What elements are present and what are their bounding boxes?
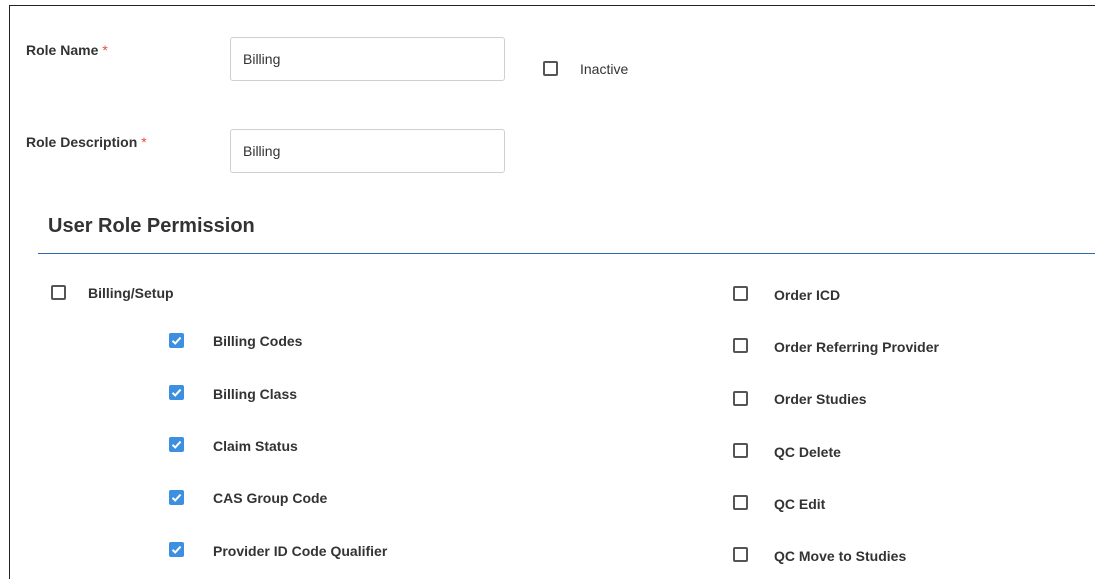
claim-status-checkbox[interactable] (169, 437, 184, 452)
qc-delete-label: QC Delete (774, 444, 841, 460)
role-name-label-text: Role Name (26, 42, 99, 58)
qc-move-to-studies-checkbox[interactable] (733, 547, 748, 562)
checkmark-icon (171, 493, 182, 502)
order-studies-label: Order Studies (774, 391, 867, 407)
billing-class-label: Billing Class (213, 386, 298, 402)
provider-id-code-qualifier-label: Provider ID Code Qualifier (213, 543, 388, 559)
required-asterisk: * (141, 134, 147, 150)
checkmark-icon (171, 388, 182, 397)
checkmark-icon (171, 545, 182, 554)
checkmark-icon (171, 440, 182, 449)
inactive-label: Inactive (580, 61, 629, 77)
cas-group-code-label: CAS Group Code (213, 490, 328, 506)
section-divider (38, 253, 1095, 254)
role-description-label-text: Role Description (26, 134, 138, 150)
billing-setup-checkbox[interactable] (51, 285, 66, 300)
billing-codes-label: Billing Codes (213, 333, 303, 349)
billing-class-checkbox[interactable] (169, 385, 184, 400)
qc-move-to-studies-label: QC Move to Studies (774, 548, 907, 564)
provider-id-code-qualifier-checkbox[interactable] (169, 542, 184, 557)
required-asterisk: * (102, 42, 108, 58)
cas-group-code-checkbox[interactable] (169, 490, 184, 505)
order-icd-checkbox[interactable] (733, 286, 748, 301)
role-name-label: Role Name * (26, 42, 108, 58)
order-referring-provider-checkbox[interactable] (733, 338, 748, 353)
claim-status-label: Claim Status (213, 438, 298, 454)
qc-delete-checkbox[interactable] (733, 443, 748, 458)
role-name-input[interactable] (230, 37, 505, 81)
order-referring-provider-label: Order Referring Provider (774, 339, 939, 355)
billing-setup-label: Billing/Setup (88, 285, 174, 301)
billing-codes-checkbox[interactable] (169, 333, 184, 348)
checkmark-icon (171, 336, 182, 345)
role-description-input[interactable] (230, 129, 505, 173)
role-description-label: Role Description * (26, 134, 147, 150)
qc-edit-checkbox[interactable] (733, 495, 748, 510)
order-icd-label: Order ICD (774, 287, 841, 303)
section-title: User Role Permission (48, 215, 255, 237)
order-studies-checkbox[interactable] (733, 391, 748, 406)
qc-edit-label: QC Edit (774, 496, 826, 512)
inactive-checkbox[interactable] (543, 61, 558, 76)
